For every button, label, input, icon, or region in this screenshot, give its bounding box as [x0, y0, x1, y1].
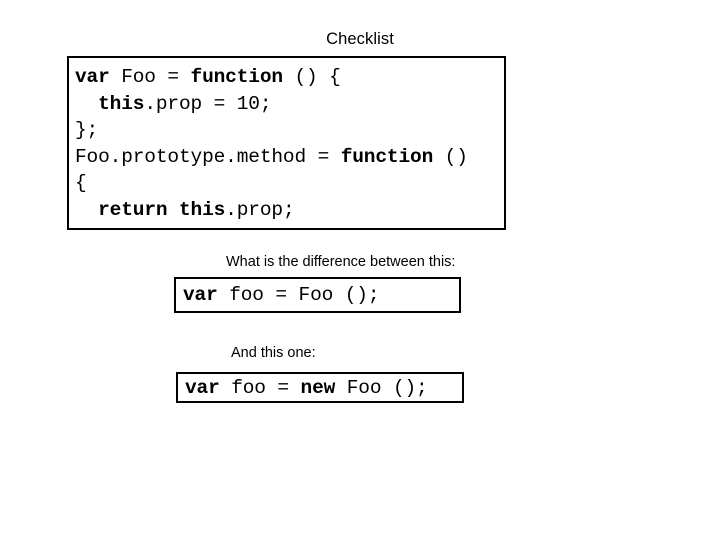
code-line: return this.prop;: [75, 197, 504, 224]
snippet-1-line: var foo = Foo ();: [183, 283, 380, 307]
code-line: this.prop = 10;: [75, 91, 504, 118]
code-keyword: var: [185, 376, 220, 399]
code-keyword: function: [190, 66, 284, 88]
code-identifier: .prop = 10;: [144, 92, 272, 115]
code-identifier: {: [75, 172, 87, 195]
caption-question-second: And this one:: [231, 345, 316, 361]
caption-question-first: What is the difference between this:: [226, 254, 456, 270]
code-identifier: () {: [282, 66, 341, 88]
code-identifier: foo = Foo ();: [217, 284, 380, 306]
code-keyword: return this: [98, 198, 226, 221]
code-identifier: .prop;: [225, 198, 295, 221]
main-code-block: var Foo = function () { this.prop = 10;}…: [67, 56, 506, 230]
code-identifier: };: [75, 119, 99, 142]
code-identifier: };: [75, 226, 98, 228]
code-identifier: [75, 199, 98, 221]
code-line: {: [75, 170, 504, 197]
code-identifier: foo =: [219, 376, 301, 399]
code-identifier: (): [433, 145, 468, 168]
code-line: };: [75, 117, 504, 144]
code-keyword: var: [183, 284, 218, 306]
code-keyword: function: [340, 145, 434, 168]
snippet-code-block-new-call: var foo = new Foo ();: [176, 372, 464, 403]
snippet-2-line: var foo = new Foo ();: [185, 376, 428, 400]
code-identifier: Foo ();: [335, 376, 428, 399]
code-keyword: var: [75, 66, 110, 88]
main-code-lines: var Foo = function () { this.prop = 10;}…: [75, 64, 504, 228]
page-title: Checklist: [326, 30, 394, 48]
snippet-code-block-plain-call: var foo = Foo ();: [174, 277, 461, 313]
code-line: Foo.prototype.method = function (): [75, 144, 504, 171]
code-identifier: [75, 93, 98, 115]
code-line: };: [75, 224, 504, 228]
slide-canvas: Checklist var Foo = function () { this.p…: [0, 0, 720, 540]
code-keyword: new: [300, 376, 336, 399]
code-line: var Foo = function () {: [75, 64, 504, 91]
code-identifier: Foo =: [109, 66, 191, 88]
code-identifier: Foo.prototype.method =: [75, 145, 341, 168]
code-keyword: this: [98, 92, 145, 115]
